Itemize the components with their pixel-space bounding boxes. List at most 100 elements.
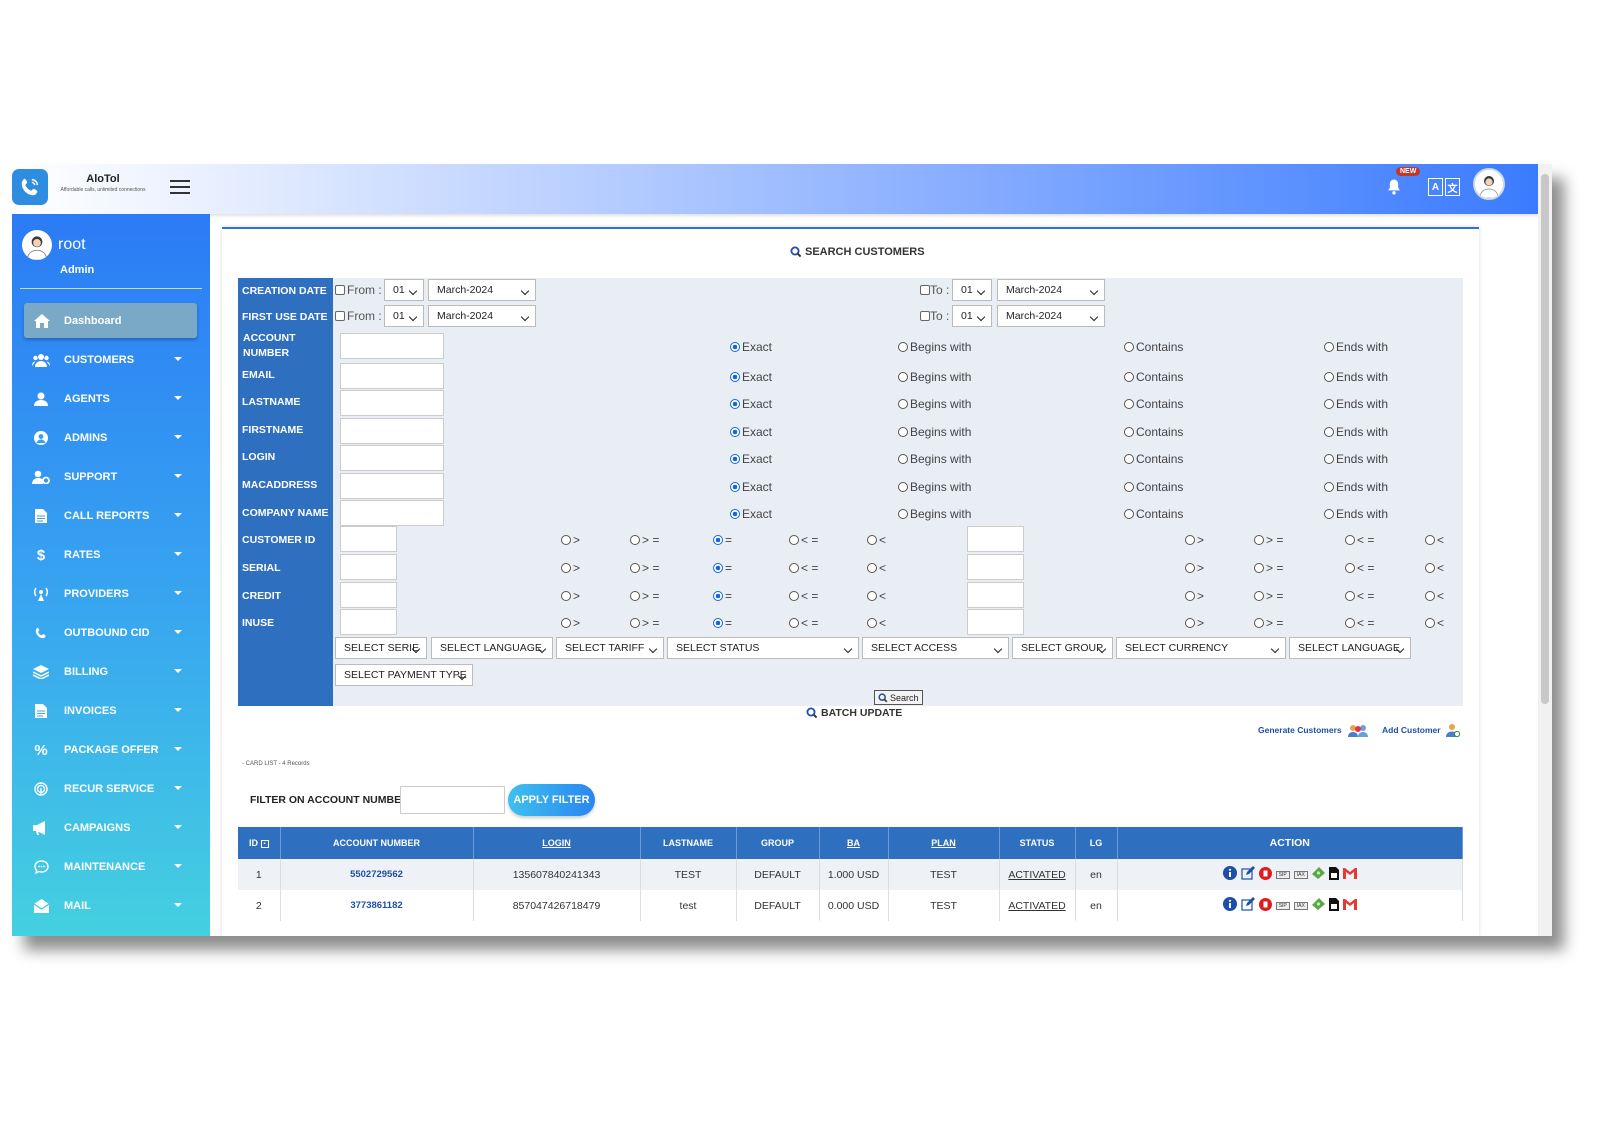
- iax-badge[interactable]: IAX: [1293, 870, 1308, 879]
- firstname-input[interactable]: [340, 418, 444, 444]
- sim-card-icon[interactable]: [1328, 897, 1339, 914]
- email-begins-with-radio[interactable]: Begins with: [898, 370, 971, 384]
- iax-badge[interactable]: IAX: [1293, 901, 1308, 910]
- language-icon[interactable]: A 文: [1428, 178, 1460, 196]
- account-number-exact-radio[interactable]: Exact: [730, 340, 772, 354]
- customer-id-gt-radio-2[interactable]: >: [1185, 533, 1204, 547]
- sidebar-item-package-offer[interactable]: % PACKAGE OFFER: [12, 731, 210, 769]
- account-number-contains-radio[interactable]: Contains: [1124, 340, 1183, 354]
- credit-input[interactable]: [340, 582, 397, 608]
- customer-id-eq-radio[interactable]: =: [713, 533, 732, 547]
- email-input[interactable]: [340, 363, 444, 389]
- firstuse-to-month-select[interactable]: March-2024: [997, 305, 1105, 327]
- credit-lt-radio-2[interactable]: <: [1425, 589, 1444, 603]
- creation-from-checkbox[interactable]: [335, 285, 345, 295]
- macaddress-input[interactable]: [340, 473, 444, 499]
- sidebar-item-outbound-cid[interactable]: OUTBOUND CID: [12, 614, 210, 652]
- credit-gte-radio-2[interactable]: > =: [1254, 589, 1283, 603]
- serial-eq-radio[interactable]: =: [713, 561, 732, 575]
- hamburger-menu-icon[interactable]: [170, 176, 190, 196]
- sidebar-item-mail[interactable]: MAIL: [12, 887, 210, 925]
- login-exact-radio[interactable]: Exact: [730, 452, 772, 466]
- creation-to-day-select[interactable]: 01: [952, 279, 992, 301]
- select-language-2[interactable]: SELECT LANGUAGE: [1289, 637, 1411, 659]
- company-name-begins-with-radio[interactable]: Begins with: [898, 507, 971, 521]
- col-lastname[interactable]: LASTNAME: [640, 827, 737, 859]
- creation-from-day-select[interactable]: 01: [384, 279, 424, 301]
- select-payment-type[interactable]: SELECT PAYMENT TYPE: [335, 664, 473, 686]
- cell-status-link[interactable]: ACTIVATED: [999, 859, 1076, 890]
- company-name-exact-radio[interactable]: Exact: [730, 507, 772, 521]
- col-account-number[interactable]: ACCOUNT NUMBER: [280, 827, 474, 859]
- company-name-ends-with-radio[interactable]: Ends with: [1324, 507, 1388, 521]
- serial-input[interactable]: [340, 554, 397, 580]
- sim-card-icon[interactable]: [1328, 866, 1339, 883]
- firstname-exact-radio[interactable]: Exact: [730, 425, 772, 439]
- macaddress-contains-radio[interactable]: Contains: [1124, 480, 1183, 494]
- sidebar-item-maintenance[interactable]: MAINTENANCE: [12, 848, 210, 886]
- sidebar-item-recur-service[interactable]: RECUR SERVICE: [12, 770, 210, 808]
- customer-id-lt-radio[interactable]: <: [867, 533, 886, 547]
- lastname-contains-radio[interactable]: Contains: [1124, 397, 1183, 411]
- delete-icon[interactable]: [1258, 866, 1272, 883]
- macaddress-begins-with-radio[interactable]: Begins with: [898, 480, 971, 494]
- col-lg[interactable]: LG: [1075, 827, 1118, 859]
- col-group[interactable]: GROUP: [736, 827, 820, 859]
- inuse-gte-radio-2[interactable]: > =: [1254, 616, 1283, 630]
- money-icon[interactable]: [1311, 867, 1325, 882]
- inuse-input-2[interactable]: [967, 609, 1024, 635]
- firstname-contains-radio[interactable]: Contains: [1124, 425, 1183, 439]
- inuse-lt-radio[interactable]: <: [867, 616, 886, 630]
- sidebar-item-invoices[interactable]: INVOICES: [12, 692, 210, 730]
- batch-update-link[interactable]: BATCH UPDATE: [806, 707, 902, 719]
- user-avatar[interactable]: [22, 230, 52, 260]
- edit-icon[interactable]: [1241, 866, 1255, 883]
- customer-id-input[interactable]: [340, 526, 397, 552]
- cell-status-link[interactable]: ACTIVATED: [999, 890, 1076, 921]
- serial-lte-radio-2[interactable]: < =: [1345, 561, 1374, 575]
- lastname-ends-with-radio[interactable]: Ends with: [1324, 397, 1388, 411]
- email-exact-radio[interactable]: Exact: [730, 370, 772, 384]
- select-serie[interactable]: SELECT SERIE: [335, 637, 427, 659]
- company-name-contains-radio[interactable]: Contains: [1124, 507, 1183, 521]
- creation-to-month-select[interactable]: March-2024: [997, 279, 1105, 301]
- sidebar-item-billing[interactable]: BILLING: [12, 653, 210, 691]
- select-language[interactable]: SELECT LANGUAGE: [431, 637, 553, 659]
- firstuse-from-month-select[interactable]: March-2024: [428, 305, 536, 327]
- email-contains-radio[interactable]: Contains: [1124, 370, 1183, 384]
- macaddress-ends-with-radio[interactable]: Ends with: [1324, 480, 1388, 494]
- serial-gt-radio-2[interactable]: >: [1185, 561, 1204, 575]
- info-icon[interactable]: [1222, 866, 1237, 883]
- add-customer-link[interactable]: Add Customer: [1382, 723, 1460, 737]
- col-id[interactable]: ID ▪: [238, 827, 281, 859]
- login-begins-with-radio[interactable]: Begins with: [898, 452, 971, 466]
- lastname-input[interactable]: [340, 390, 444, 416]
- inuse-lte-radio[interactable]: < =: [789, 616, 818, 630]
- credit-gte-radio[interactable]: > =: [630, 589, 659, 603]
- edit-icon[interactable]: [1241, 897, 1255, 914]
- col-status[interactable]: STATUS: [999, 827, 1076, 859]
- delete-icon[interactable]: [1258, 897, 1272, 914]
- sidebar-item-dashboard[interactable]: Dashboard: [24, 303, 197, 338]
- customer-id-gt-radio[interactable]: >: [561, 533, 580, 547]
- bell-icon[interactable]: [1384, 176, 1404, 198]
- sidebar-item-admins[interactable]: ADMINS: [12, 419, 210, 457]
- firstname-begins-with-radio[interactable]: Begins with: [898, 425, 971, 439]
- credit-lt-radio[interactable]: <: [867, 589, 886, 603]
- account-number-input[interactable]: [340, 333, 444, 359]
- serial-lt-radio-2[interactable]: <: [1425, 561, 1444, 575]
- credit-gt-radio[interactable]: >: [561, 589, 580, 603]
- col-ba[interactable]: BA: [819, 827, 889, 859]
- inuse-eq-radio[interactable]: =: [713, 616, 732, 630]
- inuse-lte-radio-2[interactable]: < =: [1345, 616, 1374, 630]
- serial-lte-radio[interactable]: < =: [789, 561, 818, 575]
- inuse-gt-radio[interactable]: >: [561, 616, 580, 630]
- scrollbar-thumb[interactable]: [1541, 174, 1549, 704]
- lastname-exact-radio[interactable]: Exact: [730, 397, 772, 411]
- serial-gte-radio[interactable]: > =: [630, 561, 659, 575]
- sip-badge[interactable]: SIP: [1275, 870, 1290, 879]
- inuse-lt-radio-2[interactable]: <: [1425, 616, 1444, 630]
- firstuse-from-day-select[interactable]: 01: [384, 305, 424, 327]
- select-access[interactable]: SELECT ACCESS: [862, 637, 1009, 659]
- col-plan[interactable]: PLAN: [888, 827, 1000, 859]
